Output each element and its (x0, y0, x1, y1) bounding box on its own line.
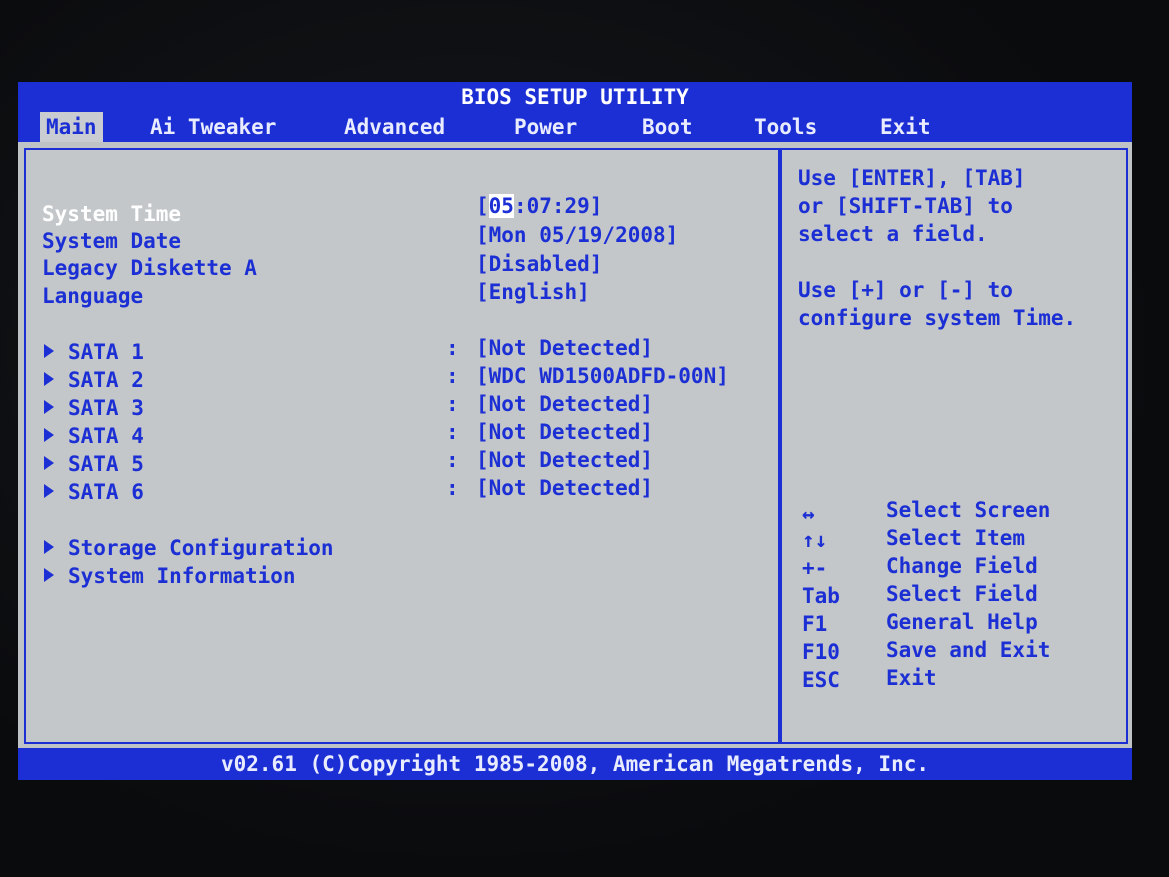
submenu-arrow-icon (44, 344, 54, 358)
key-desc-select-item: Select Item (886, 526, 1026, 550)
key-esc: ESC (802, 668, 840, 692)
key-f10: F10 (802, 640, 840, 664)
sata-6-label: SATA 6 (68, 480, 144, 504)
separator-colon: : (446, 392, 459, 416)
key-arrows-vertical: ↑↓ (802, 528, 828, 552)
separator-colon: : (446, 336, 459, 360)
sata-3-label: SATA 3 (68, 396, 144, 420)
key-plus-minus: +- (802, 556, 828, 580)
tab-exit[interactable]: Exit (874, 112, 937, 142)
submenu-arrow-icon (44, 540, 54, 554)
tab-power[interactable]: Power (508, 112, 583, 142)
help-line-3: select a field. (798, 222, 988, 246)
setting-system-time-value[interactable]: [05:07:29] (476, 194, 602, 218)
sata-6-value: [Not Detected] (476, 476, 654, 500)
setting-system-time-label[interactable]: System Time (42, 202, 181, 226)
key-desc-exit: Exit (886, 666, 937, 690)
sata-1-value: [Not Detected] (476, 336, 654, 360)
sata-3-item[interactable]: SATA 3 (44, 396, 144, 420)
sata-4-value: [Not Detected] (476, 420, 654, 444)
sata-1-label: SATA 1 (68, 340, 144, 364)
submenu-arrow-icon (44, 568, 54, 582)
system-information-item[interactable]: System Information (44, 564, 296, 588)
sata-1-item[interactable]: SATA 1 (44, 340, 144, 364)
tab-main[interactable]: Main (40, 112, 103, 142)
key-desc-general-help: General Help (886, 610, 1038, 634)
sata-4-label: SATA 4 (68, 424, 144, 448)
setting-system-date-label[interactable]: System Date (42, 229, 181, 253)
system-information-label: System Information (68, 564, 296, 588)
settings-panel: System Time [05:07:29] System Date [Mon … (24, 148, 780, 744)
submenu-arrow-icon (44, 372, 54, 386)
setting-language-value[interactable]: [English] (476, 280, 590, 304)
tab-advanced[interactable]: Advanced (338, 112, 451, 142)
sata-2-item[interactable]: SATA 2 (44, 368, 144, 392)
sata-3-value: [Not Detected] (476, 392, 654, 416)
setting-system-date-value[interactable]: [Mon 05/19/2008] (476, 223, 678, 247)
sata-5-item[interactable]: SATA 5 (44, 452, 144, 476)
menu-bar: Main Ai Tweaker Advanced Power Boot Tool… (18, 112, 1132, 142)
time-rest: :07:29] (513, 194, 603, 218)
help-line-4: Use [+] or [-] to (798, 278, 1013, 302)
submenu-arrow-icon (44, 484, 54, 498)
sata-4-item[interactable]: SATA 4 (44, 424, 144, 448)
sata-6-item[interactable]: SATA 6 (44, 480, 144, 504)
key-f1: F1 (802, 612, 828, 636)
bios-screen: BIOS SETUP UTILITY Main Ai Tweaker Advan… (18, 82, 1132, 780)
key-desc-select-field: Select Field (886, 582, 1038, 606)
storage-configuration-label: Storage Configuration (68, 536, 334, 560)
separator-colon: : (446, 448, 459, 472)
key-desc-select-screen: Select Screen (886, 498, 1051, 522)
key-arrows-horizontal: ↔ (802, 502, 815, 526)
key-desc-save-and-exit: Save and Exit (886, 638, 1051, 662)
help-panel: Use [ENTER], [TAB] or [SHIFT-TAB] to sel… (780, 148, 1128, 744)
tab-tools[interactable]: Tools (748, 112, 823, 142)
help-line-2: or [SHIFT-TAB] to (798, 194, 1013, 218)
sata-2-label: SATA 2 (68, 368, 144, 392)
tab-ai-tweaker[interactable]: Ai Tweaker (144, 112, 282, 142)
time-hour-field[interactable]: 05 (488, 194, 514, 218)
submenu-arrow-icon (44, 456, 54, 470)
submenu-arrow-icon (44, 400, 54, 414)
key-tab: Tab (802, 584, 840, 608)
help-line-1: Use [ENTER], [TAB] (798, 166, 1026, 190)
copyright-footer: v02.61 (C)Copyright 1985-2008, American … (18, 748, 1132, 780)
sata-5-value: [Not Detected] (476, 448, 654, 472)
separator-colon: : (446, 420, 459, 444)
separator-colon: : (446, 476, 459, 500)
separator-colon: : (446, 364, 459, 388)
setting-legacy-diskette-label[interactable]: Legacy Diskette A (42, 256, 257, 280)
sata-2-value: [WDC WD1500ADFD-00N] (476, 364, 729, 388)
bios-title: BIOS SETUP UTILITY (18, 82, 1132, 112)
time-bracket-open: [ (476, 194, 489, 218)
key-desc-change-field: Change Field (886, 554, 1038, 578)
storage-configuration-item[interactable]: Storage Configuration (44, 536, 334, 560)
setting-language-label[interactable]: Language (42, 284, 143, 308)
submenu-arrow-icon (44, 428, 54, 442)
help-line-5: configure system Time. (798, 306, 1077, 330)
sata-5-label: SATA 5 (68, 452, 144, 476)
tab-boot[interactable]: Boot (636, 112, 699, 142)
setting-legacy-diskette-value[interactable]: [Disabled] (476, 252, 602, 276)
